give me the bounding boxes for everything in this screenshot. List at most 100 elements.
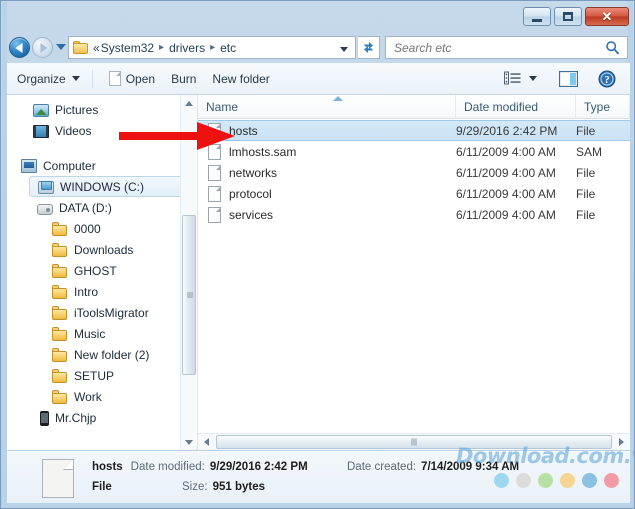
nav-item-label: SETUP	[74, 368, 115, 383]
folder-icon	[52, 264, 68, 278]
nav-item-pictures[interactable]: Pictures	[7, 99, 196, 120]
table-row[interactable]: lmhosts.sam 6/11/2009 4:00 AM SAM	[198, 141, 630, 162]
nav-item-setup[interactable]: SETUP	[7, 365, 196, 386]
cell-date-modified: 9/29/2016 2:42 PM	[456, 123, 558, 138]
folder-icon	[52, 369, 68, 383]
table-row[interactable]: hosts 9/29/2016 2:42 PM File	[198, 120, 630, 141]
back-arrow-icon	[15, 42, 22, 53]
scroll-down-button[interactable]	[181, 434, 196, 450]
nav-item-windows-c[interactable]: WINDOWS (C:)	[29, 176, 188, 197]
breadcrumb-item-etc[interactable]: etc	[220, 41, 236, 55]
search-icon[interactable]	[605, 40, 620, 55]
details-size-label: Size:	[182, 481, 208, 493]
scroll-up-button[interactable]	[181, 95, 196, 111]
details-created-group: Date created: 7/14/2009 9:34 AM	[347, 461, 519, 473]
computer-icon	[21, 159, 37, 173]
change-view-button[interactable]	[498, 67, 543, 91]
back-button[interactable]	[9, 37, 30, 58]
close-button[interactable]: ✕	[585, 7, 629, 26]
cell-name: protocol	[198, 185, 456, 202]
burn-button[interactable]: Burn	[165, 67, 202, 91]
file-icon	[208, 143, 221, 160]
details-file-kind: File	[92, 481, 112, 493]
nav-item-label: Mr.Chjp	[55, 410, 97, 425]
videos-icon	[33, 124, 49, 138]
folder-icon	[52, 327, 68, 341]
refresh-icon	[364, 42, 373, 53]
address-bar[interactable]: « ▸ System32 ▸ drivers ▸ etc	[68, 36, 356, 59]
table-row[interactable]: services 6/11/2009 4:00 AM File	[198, 204, 630, 225]
file-name-label: hosts	[229, 123, 258, 138]
organize-button[interactable]: Organize	[11, 67, 86, 91]
history-dropdown-icon[interactable]	[56, 44, 66, 50]
forward-button[interactable]	[32, 37, 53, 58]
title-bar[interactable]: ✕	[1, 1, 634, 31]
table-row[interactable]: protocol 6/11/2009 4:00 AM File	[198, 183, 630, 204]
table-row[interactable]: networks 6/11/2009 4:00 AM File	[198, 162, 630, 183]
view-list-icon	[504, 71, 521, 85]
minimize-icon	[532, 18, 542, 22]
search-box[interactable]	[385, 36, 628, 59]
scroll-right-button[interactable]	[613, 434, 630, 451]
column-header-name[interactable]: Name	[198, 94, 456, 119]
navigation-scrollbar[interactable]	[180, 95, 196, 450]
nav-item-ghost[interactable]: GHOST	[7, 260, 196, 281]
breadcrumb-item-drivers[interactable]: drivers	[169, 41, 205, 55]
new-folder-button[interactable]: New folder	[206, 67, 275, 91]
scroll-left-button[interactable]	[198, 434, 215, 451]
breadcrumb-overflow[interactable]: «	[93, 41, 100, 55]
scrollbar-thumb[interactable]	[216, 435, 612, 449]
nav-item-work[interactable]: Work	[7, 386, 196, 407]
navigation-pane: Pictures Videos Computer WINDOWS (C:) DATA (…	[7, 95, 196, 450]
details-date-modified-value: 9/29/2016 2:42 PM	[209, 461, 308, 473]
refresh-button[interactable]	[358, 36, 380, 59]
folder-icon	[52, 222, 68, 236]
file-preview-icon	[42, 459, 74, 498]
folder-icon	[52, 285, 68, 299]
minimize-button[interactable]	[523, 7, 551, 26]
nav-item-label: Downloads	[74, 242, 134, 257]
nav-item-videos[interactable]: Videos	[7, 120, 196, 141]
folder-icon	[73, 41, 88, 54]
maximize-icon	[563, 12, 573, 21]
nav-item-mr-chjp[interactable]: Mr.Chjp	[7, 407, 196, 428]
column-header-date-modified[interactable]: Date modified	[456, 94, 576, 119]
chevron-down-icon	[71, 76, 80, 81]
nav-item-music[interactable]: Music	[7, 323, 196, 344]
maximize-button[interactable]	[554, 7, 582, 26]
file-icon	[208, 122, 221, 139]
preview-pane-button[interactable]	[553, 67, 584, 91]
cell-name: hosts	[198, 122, 456, 139]
toolbar-right-group: ?	[498, 67, 630, 91]
horizontal-scrollbar[interactable]	[198, 433, 630, 450]
column-header-row: Name Date modified Type	[198, 94, 630, 119]
details-row-primary: hosts Date modified: 9/29/2016 2:42 PM	[92, 461, 308, 473]
nav-item-computer[interactable]: Computer	[7, 155, 196, 176]
svg-text:?: ?	[604, 74, 610, 86]
nav-item-data-d[interactable]: DATA (D:)	[7, 197, 196, 218]
details-row-secondary: File	[92, 481, 112, 493]
chevron-down-icon[interactable]	[340, 47, 348, 52]
nav-item-label: 0000	[74, 221, 101, 236]
file-name-label: protocol	[229, 186, 272, 201]
column-header-type[interactable]: Type	[576, 94, 630, 119]
details-file-name: hosts	[92, 461, 123, 473]
nav-item-intro[interactable]: Intro	[7, 281, 196, 302]
breadcrumb-item-system32[interactable]: System32	[101, 41, 154, 55]
search-input[interactable]	[394, 40, 605, 55]
nav-item-downloads[interactable]: Downloads	[7, 239, 196, 260]
chevron-down-icon	[185, 439, 193, 445]
folder-icon	[52, 243, 68, 257]
details-pane: hosts Date modified: 9/29/2016 2:42 PM F…	[7, 451, 630, 503]
folder-icon	[52, 390, 68, 404]
help-button[interactable]: ?	[592, 67, 622, 91]
details-size-value: 951 bytes	[212, 481, 266, 493]
file-icon	[208, 206, 221, 223]
nav-item-new-folder-2[interactable]: New folder (2)	[7, 344, 196, 365]
nav-item-0000[interactable]: 0000	[7, 218, 196, 239]
nav-item-label: Work	[74, 389, 102, 404]
cell-type: File	[576, 207, 596, 222]
open-button[interactable]: Open	[103, 67, 161, 91]
nav-item-itoolsmigrator[interactable]: iToolsMigrator	[7, 302, 196, 323]
scrollbar-thumb[interactable]	[182, 215, 196, 375]
